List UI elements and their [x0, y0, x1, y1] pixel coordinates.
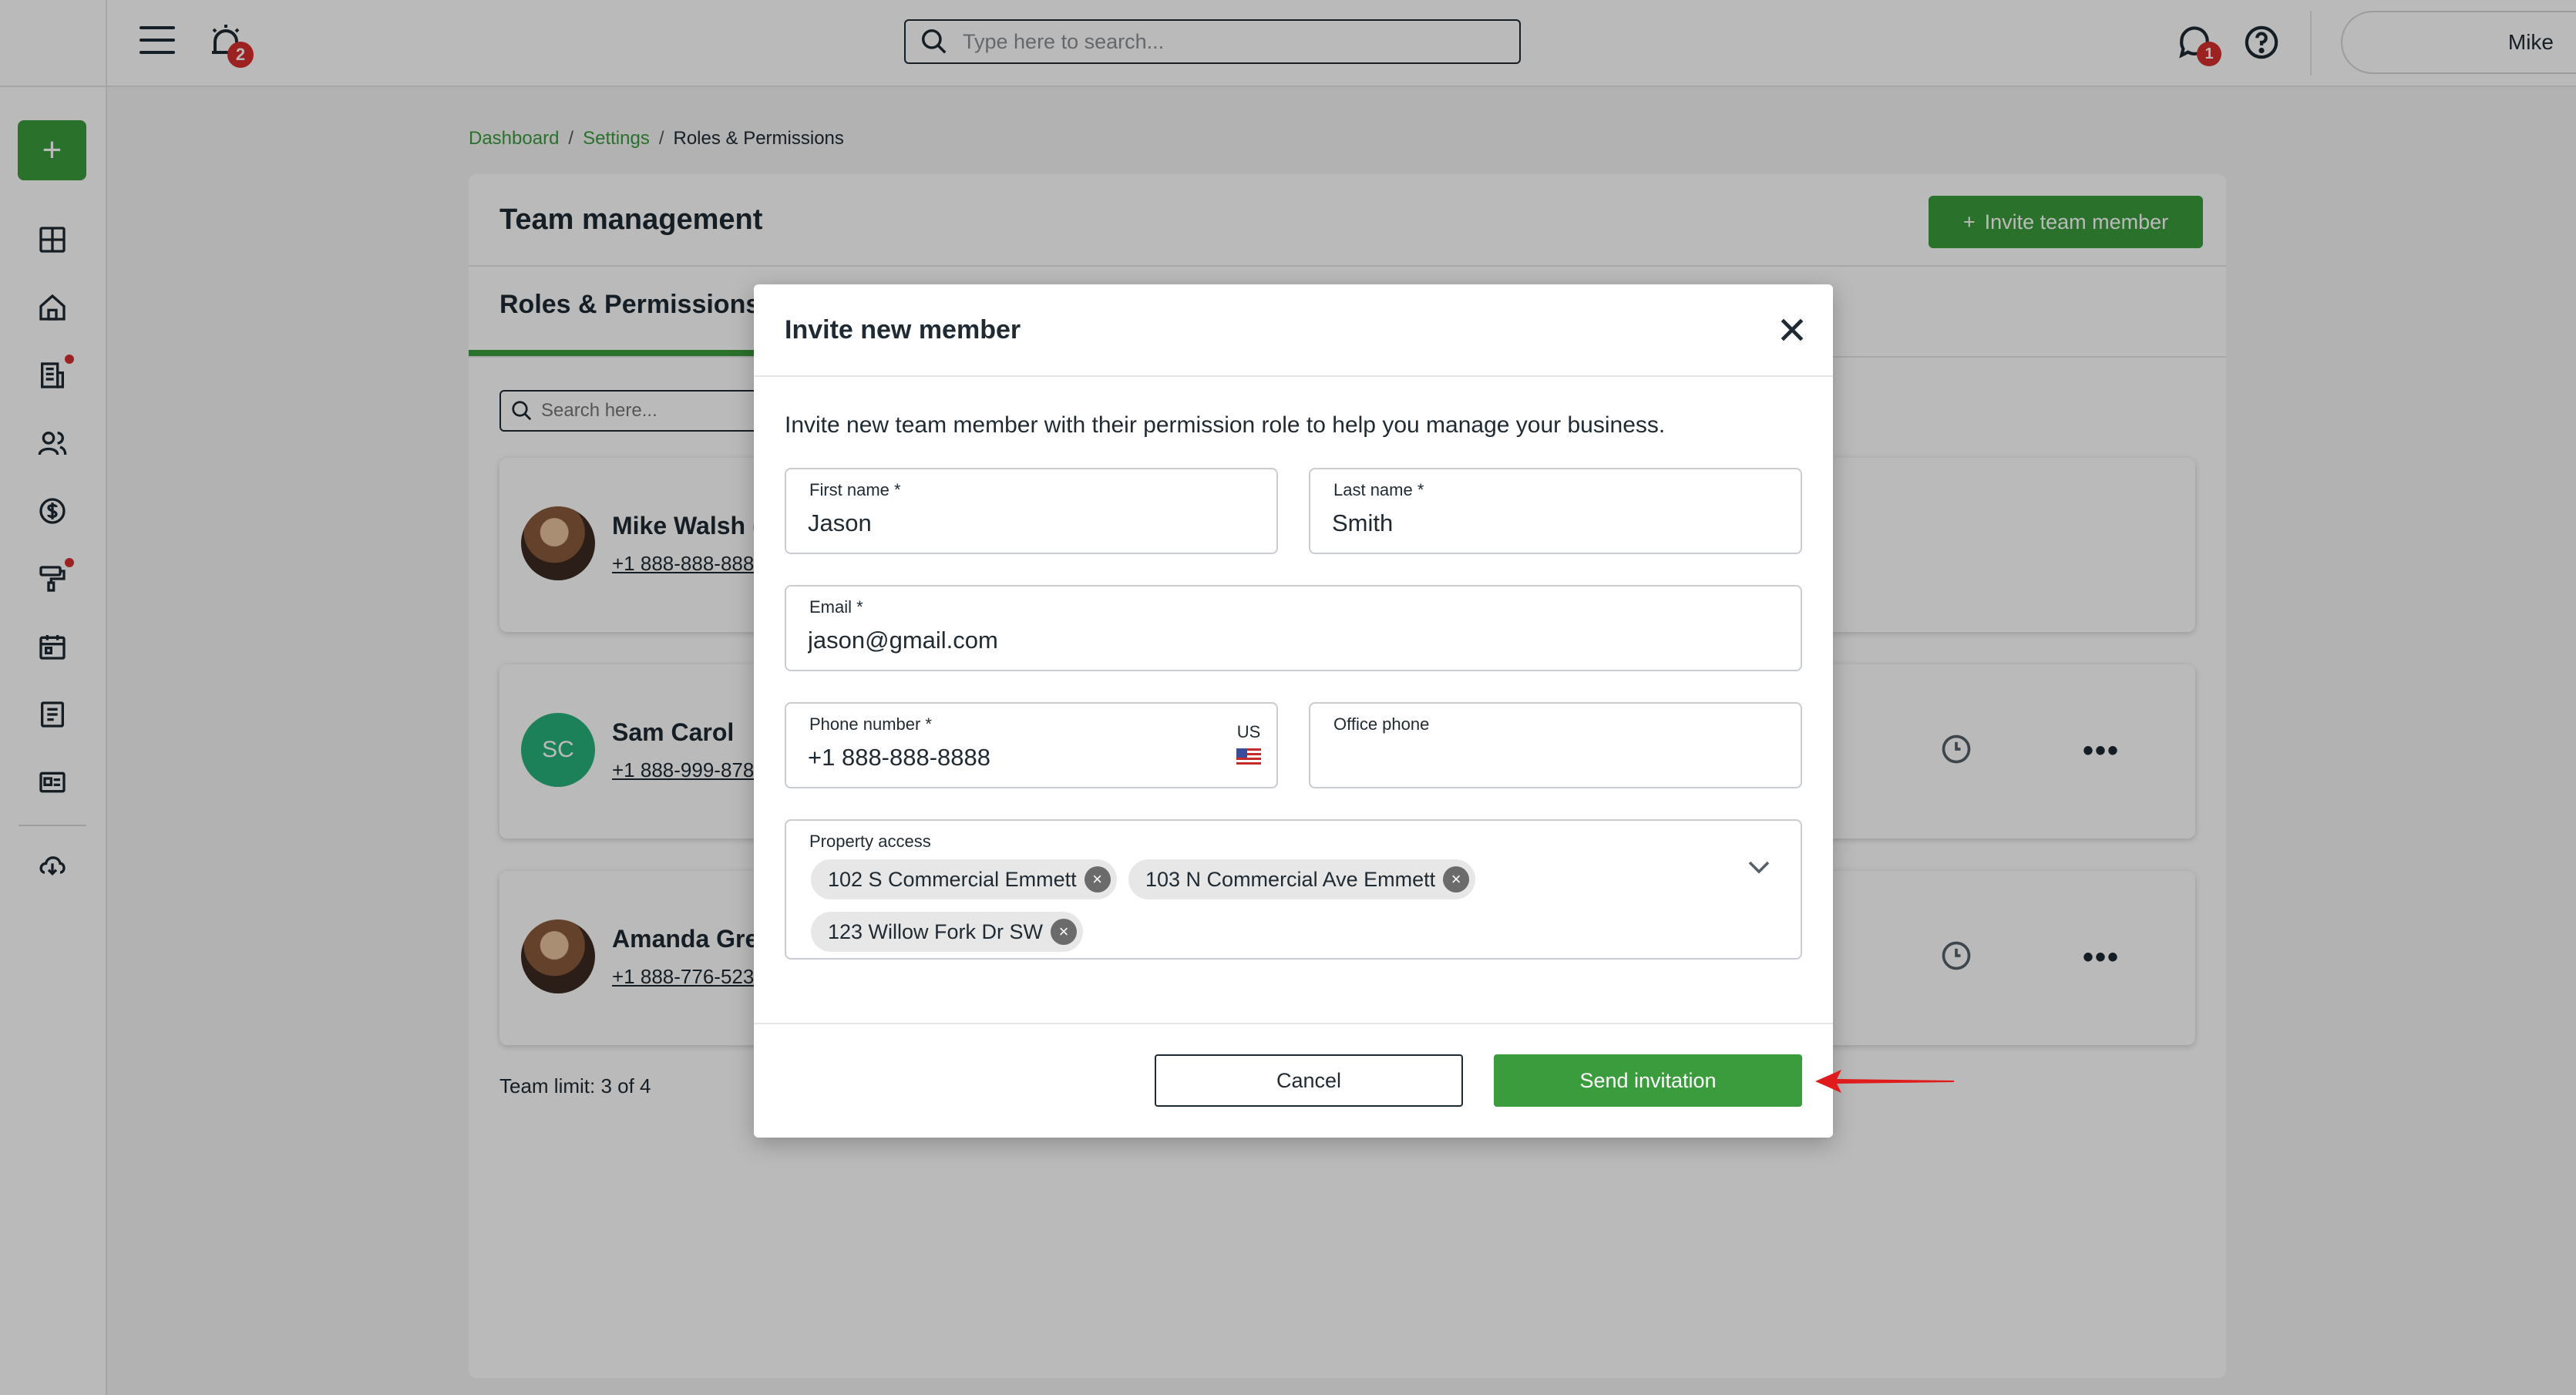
office-phone-input[interactable]: [1332, 744, 1724, 771]
phone-number-field[interactable]: Phone number * US: [785, 702, 1278, 788]
remove-chip-icon[interactable]: ×: [1443, 866, 1470, 892]
send-invitation-button[interactable]: Send invitation: [1494, 1054, 1802, 1107]
chevron-down-icon[interactable]: [1745, 853, 1773, 881]
modal-description: Invite new team member with their permis…: [785, 412, 1666, 438]
first-name-label: First name *: [809, 480, 901, 499]
remove-chip-icon[interactable]: ×: [1051, 919, 1078, 945]
property-access-label: Property access: [809, 832, 931, 851]
us-flag-icon: [1236, 748, 1261, 765]
last-name-field[interactable]: Last name *: [1309, 468, 1802, 554]
country-selector[interactable]: US: [1236, 722, 1261, 765]
property-access-field[interactable]: Property access 102 S Commercial Emmett …: [785, 819, 1802, 960]
property-chip-label: 102 S Commercial Emmett: [828, 867, 1077, 891]
remove-chip-icon[interactable]: ×: [1084, 866, 1111, 892]
first-name-field[interactable]: First name *: [785, 468, 1278, 554]
phone-number-label: Phone number *: [809, 714, 932, 734]
divider: [754, 375, 1833, 377]
property-chip-label: 103 N Commercial Ave Emmett: [1145, 867, 1436, 891]
first-name-input[interactable]: [808, 509, 1200, 537]
property-chip-label: 123 Willow Fork Dr SW: [828, 919, 1044, 943]
property-chip: 102 S Commercial Emmett ×: [811, 859, 1117, 899]
email-label: Email *: [809, 597, 863, 617]
last-name-input[interactable]: [1332, 509, 1724, 537]
annotation-arrow-icon: [1815, 1070, 1954, 1093]
invite-member-modal: Invite new member Invite new team member…: [754, 284, 1833, 1138]
cancel-button[interactable]: Cancel: [1155, 1054, 1463, 1107]
property-chip: 123 Willow Fork Dr SW ×: [811, 912, 1084, 952]
office-phone-field[interactable]: Office phone: [1309, 702, 1802, 788]
last-name-label: Last name *: [1333, 480, 1424, 499]
email-input[interactable]: [808, 627, 1619, 654]
country-code: US: [1236, 722, 1261, 741]
close-icon[interactable]: [1777, 315, 1807, 345]
email-field[interactable]: Email *: [785, 585, 1802, 671]
office-phone-label: Office phone: [1333, 714, 1430, 734]
phone-number-input[interactable]: [808, 744, 1152, 771]
divider: [754, 1023, 1833, 1024]
property-chip: 103 N Commercial Ave Emmett ×: [1128, 859, 1476, 899]
modal-title: Invite new member: [785, 315, 1021, 345]
